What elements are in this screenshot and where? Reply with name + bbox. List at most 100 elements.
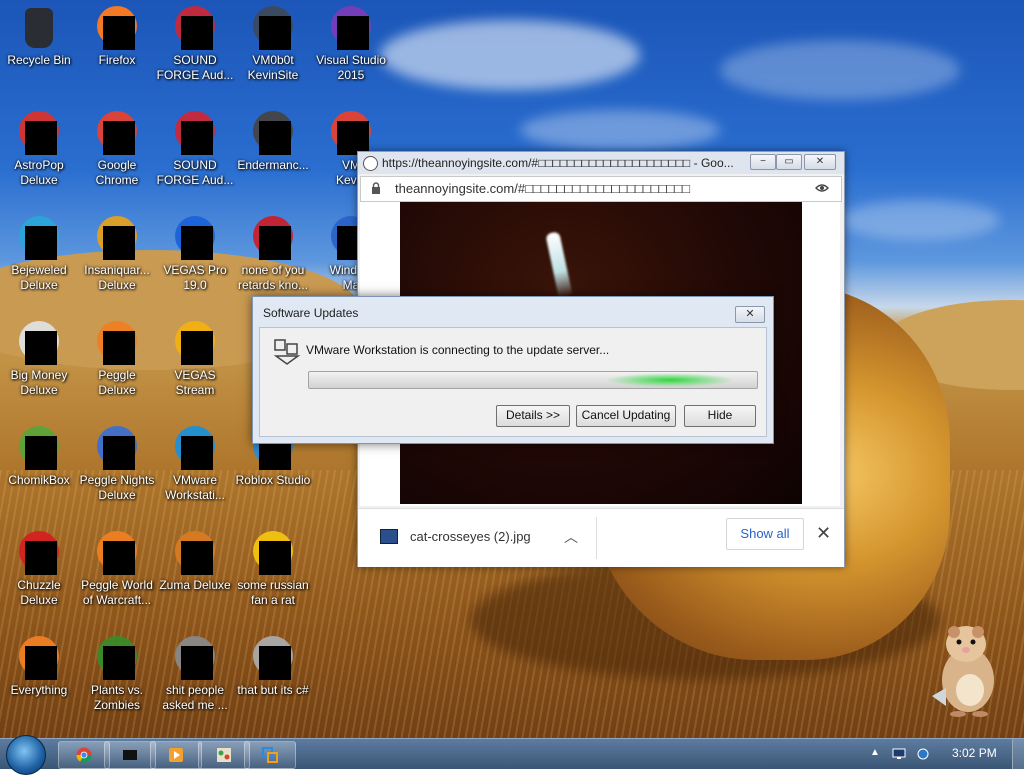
desktop-icon-vm0b0t[interactable]: VM0b0t KevinSite [234, 6, 312, 83]
desktop-icon-chomikbox[interactable]: ChomikBox [0, 426, 78, 488]
vegas-stream-icon [173, 321, 217, 365]
hide-button[interactable]: Hide [684, 405, 756, 427]
monitor-icon[interactable] [892, 748, 906, 760]
address-bar[interactable]: theannoyingsite.com/#□□□□□□□□□□□□□□□□□□□… [360, 176, 842, 202]
vmware-icon [262, 747, 278, 763]
desktop-icon-that-but-csharp[interactable]: that but its c# [234, 636, 312, 698]
desktop-icon-label: VEGAS Stream [174, 368, 216, 397]
lock-icon [372, 182, 380, 194]
download-filename[interactable]: cat-crosseyes (2).jpg [410, 529, 531, 544]
browser-title-bar[interactable]: https://theannoyingsite.com/#□□□□□□□□□□□… [358, 152, 844, 174]
plants-vs-zombies-icon [95, 636, 139, 680]
taskbar: ▲ 3:02 PM [0, 735, 1024, 775]
desktop-icon-label: Bejeweled Deluxe [11, 263, 67, 292]
peggle-nights-icon [95, 426, 139, 470]
peggle-deluxe-icon [95, 321, 139, 365]
desktop-icon-google-chrome[interactable]: Google Chrome [78, 111, 156, 188]
desktop-icon-firefox[interactable]: Firefox [78, 6, 156, 68]
show-desktop-button[interactable] [1012, 739, 1024, 769]
firefox-icon [95, 6, 139, 50]
desktop-icon-vmware-workstation[interactable]: VMware Workstati... [156, 426, 234, 503]
browser-window-title: https://theannoyingsite.com/#□□□□□□□□□□□… [382, 156, 734, 170]
chomikbox-icon [17, 426, 61, 470]
desktop-icon-bejeweled[interactable]: Bejeweled Deluxe [0, 216, 78, 293]
desktop-icon-label: VEGAS Pro 19.0 [163, 263, 227, 292]
none-of-you-icon [251, 216, 295, 260]
desktop-icon-everything[interactable]: Everything [0, 636, 78, 698]
desktop-icon-label: Firefox [98, 53, 136, 67]
desktop-icon-peggle-deluxe[interactable]: Peggle Deluxe [78, 321, 156, 398]
taskbar-vmware[interactable] [244, 741, 296, 769]
vmware-workstation-icon [173, 426, 217, 470]
network-icon[interactable] [916, 748, 930, 760]
desktop-icon-label: Google Chrome [95, 158, 139, 187]
astropop-icon [17, 111, 61, 155]
show-all-button[interactable]: Show all [726, 518, 804, 550]
show-hidden-icons-arrow[interactable]: ▲ [870, 747, 880, 758]
desktop-icon-zuma-deluxe[interactable]: Zuma Deluxe [156, 531, 234, 593]
desktop-pet-hamster[interactable] [924, 618, 1004, 718]
taskbar-media-player[interactable] [150, 741, 202, 769]
desktop-icon-label: shit people asked me ... [162, 683, 228, 712]
desktop-icon-none-of-you[interactable]: none of you retards kno... [234, 216, 312, 293]
desktop-icon-insaniquarium[interactable]: Insaniquar... Deluxe [78, 216, 156, 293]
desktop-icon-label: Big Money Deluxe [10, 368, 68, 397]
desktop-icon-endermanch[interactable]: Endermanc... [234, 111, 312, 173]
system-clock[interactable]: 3:02 PM [952, 746, 997, 760]
desktop-icon-label: Plants vs. Zombies [90, 683, 144, 712]
everything-icon [17, 636, 61, 680]
desktop-icon-label: AstroPop Deluxe [14, 158, 64, 187]
desktop-icon-astropop[interactable]: AstroPop Deluxe [0, 111, 78, 188]
desktop-icon-plants-vs-zombies[interactable]: Plants vs. Zombies [78, 636, 156, 713]
dialog-close-button[interactable]: ✕ [735, 306, 765, 323]
desktop-icon-label: SOUND FORGE Aud... [156, 158, 234, 187]
desktop-icon-vegas-pro[interactable]: VEGAS Pro 19.0 [156, 216, 234, 293]
image-file-icon [380, 529, 398, 544]
desktop-icon-recycle-bin[interactable]: Recycle Bin [0, 6, 78, 68]
desktop-icon-label: VM0b0t KevinSite [247, 53, 299, 82]
taskbar-paint[interactable] [198, 741, 250, 769]
restore-button[interactable]: ▭ [776, 154, 802, 170]
terminal-icon [123, 750, 137, 760]
desktop-icon-label: Endermanc... [237, 158, 309, 172]
chevron-up-icon[interactable]: ︿ [564, 527, 578, 547]
some-russian-icon [251, 531, 295, 575]
vm-kevin-icon [329, 111, 373, 155]
desktop-icon-label: Everything [10, 683, 68, 697]
tracking-eye-icon[interactable] [815, 183, 829, 193]
update-progress-bar [308, 371, 758, 389]
desktop-icon-label: Visual Studio 2015 [316, 53, 386, 82]
taskbar-terminal[interactable] [104, 741, 156, 769]
cancel-updating-button[interactable]: Cancel Updating [576, 405, 676, 427]
desktop-icon-some-russian[interactable]: some russian fan a rat [234, 531, 312, 608]
desktop-icon-label: Roblox Studio [235, 473, 311, 487]
desktop-icon-visual-studio[interactable]: Visual Studio 2015 [312, 6, 390, 83]
desktop-icon-shit-people[interactable]: shit people asked me ... [156, 636, 234, 713]
desktop-icon-peggle-nights[interactable]: Peggle Nights Deluxe [78, 426, 156, 503]
desktop-icon-label: Chuzzle Deluxe [17, 578, 61, 607]
close-download-bar-icon[interactable]: ✕ [816, 523, 831, 544]
desktop-icon-chuzzle[interactable]: Chuzzle Deluxe [0, 531, 78, 608]
minimize-button[interactable]: − [750, 154, 776, 170]
update-status-message: VMware Workstation is connecting to the … [306, 343, 610, 357]
software-updates-dialog[interactable]: Software Updates ✕ VMware Workstation is… [252, 296, 774, 444]
close-button[interactable]: ✕ [804, 154, 836, 170]
chrome-icon [76, 747, 92, 763]
desktop-icon-sound-forge[interactable]: SOUND FORGE Aud... [156, 6, 234, 83]
desktop-icon-peggle-wow[interactable]: Peggle World of Warcraft... [78, 531, 156, 608]
endermanch-icon [251, 111, 295, 155]
taskbar-chrome[interactable] [58, 741, 110, 769]
details-button[interactable]: Details >> [496, 405, 570, 427]
start-button[interactable] [6, 735, 46, 775]
globe-icon [363, 156, 378, 171]
desktop-icon-vegas-stream[interactable]: VEGAS Stream [156, 321, 234, 398]
dialog-body: VMware Workstation is connecting to the … [259, 327, 767, 437]
desktop-icon-label: VMware Workstati... [165, 473, 225, 502]
media-player-icon [169, 748, 183, 762]
that-but-csharp-icon [251, 636, 295, 680]
desktop-icon-sound-forge-2[interactable]: SOUND FORGE Aud... [156, 111, 234, 188]
visual-studio-icon [329, 6, 373, 50]
sound-forge-2-icon [173, 111, 217, 155]
google-chrome-icon [95, 111, 139, 155]
desktop-icon-big-money[interactable]: Big Money Deluxe [0, 321, 78, 398]
